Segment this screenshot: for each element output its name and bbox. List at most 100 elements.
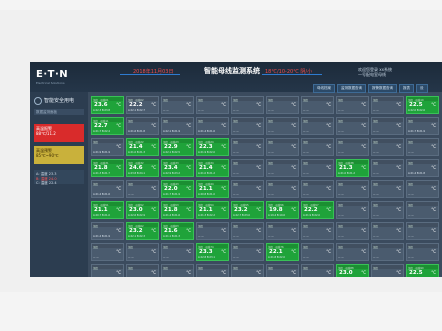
- sensor-card[interactable]: 温度°C— —: [406, 243, 439, 261]
- sensor-card[interactable]: 温度 · 母线74 23.3 °C A:22.8 B:23.1: [196, 243, 229, 261]
- sensor-card[interactable]: 温度°C— —: [406, 222, 439, 240]
- sensor-card[interactable]: 温度 °C A:21.4 B:21.6: [91, 180, 124, 198]
- sensor-card[interactable]: 温度°C— —: [301, 159, 334, 177]
- sensor-card[interactable]: 温度°C— —: [266, 222, 299, 240]
- sensor-card[interactable]: 温度 · 母线44 21.1 °C A:20.8 B:21.0: [196, 180, 229, 198]
- sensor-card[interactable]: 温度 · 母线22 21.4 °C A:21.0 B:21.3: [126, 138, 159, 156]
- sensor-card[interactable]: 温度°C— —: [266, 138, 299, 156]
- sensor-card[interactable]: 温度°C— —: [231, 159, 264, 177]
- nav-archive[interactable]: 母线档案: [313, 84, 335, 93]
- sensor-card[interactable]: 温度°C— —: [406, 138, 439, 156]
- sensor-card[interactable]: 温度°C— —: [126, 180, 159, 198]
- sensor-card[interactable]: 温度°C— —: [196, 222, 229, 240]
- sensor-card[interactable]: 温度°CA:21.9 B:21.9: [91, 138, 124, 156]
- sensor-card[interactable]: 温度 · 母线8823.0°CA:22.5 B:22.8: [336, 264, 369, 277]
- sensor-card[interactable]: 温度°C— —: [266, 117, 299, 135]
- sensor-card[interactable]: 温度°C— —: [336, 138, 369, 156]
- sensor-card[interactable]: 温度°C— —: [336, 117, 369, 135]
- sensor-card[interactable]: 温度°C— —: [266, 159, 299, 177]
- sensor-card[interactable]: 温度°CA:21.8 B:21.9: [91, 264, 124, 277]
- sensor-card[interactable]: 温度°C— —: [371, 159, 404, 177]
- sensor-card[interactable]: 温度°C— —: [231, 138, 264, 156]
- sensor-card[interactable]: 温度 °C A:22.1 B:21.9: [161, 117, 194, 135]
- sensor-card[interactable]: 温度°C— —: [371, 96, 404, 114]
- sensor-card[interactable]: 温度°C— —: [231, 117, 264, 135]
- sensor-card[interactable]: 温度 · 母线38 21.3 °C A:21.0 B:21.2: [336, 159, 369, 177]
- sensor-card[interactable]: 温度 · 母线76 22.1 °C A:21.8 B:22.0: [266, 243, 299, 261]
- sensor-card[interactable]: 温度°C— —: [301, 96, 334, 114]
- sensor-card[interactable]: 温度°CA:21.7 B:21.9: [196, 264, 229, 277]
- sensor-card[interactable]: 温度 · 母线56 19.8 °C A:19.4 B:19.6: [266, 201, 299, 219]
- sensor-card[interactable]: 温度°CA:22.5 B:22.0: [301, 264, 334, 277]
- sensor-card[interactable]: 温度°C— —: [126, 243, 159, 261]
- sensor-card[interactable]: 温度 · 母线51 21.1 °C A:20.7 B:21.0: [91, 201, 124, 219]
- sensor-card[interactable]: 温度°C— —: [266, 180, 299, 198]
- sensor-card[interactable]: 温度 °C A:21.4 B:21.6: [196, 117, 229, 135]
- sensor-card[interactable]: 温度 · 母线57 22.2 °C A:21.9 B:22.0: [301, 201, 334, 219]
- sensor-card[interactable]: 温度°C— —: [336, 201, 369, 219]
- nav-monitor-query[interactable]: 监测数据查询: [337, 84, 366, 93]
- sensor-card[interactable]: 温度°C— —: [231, 180, 264, 198]
- sensor-label: 温度: [233, 246, 239, 249]
- sensor-card[interactable]: 温度°C— —: [371, 243, 404, 261]
- sensor-card[interactable]: 温度°C— —: [231, 243, 264, 261]
- sensor-card[interactable]: 温度 °C A:21.6 B:21.8: [126, 117, 159, 135]
- sensor-card[interactable]: 温度°C— —: [91, 243, 124, 261]
- nav-alarm-query[interactable]: 报警数据查询: [368, 84, 397, 93]
- sensor-card[interactable]: 温度°CA:21.8 B:21.9: [266, 264, 299, 277]
- sensor-card[interactable]: 温度°C— —: [231, 222, 264, 240]
- sensor-card[interactable]: 温度°C— —: [371, 222, 404, 240]
- sensor-card[interactable]: 温度 · 母线52 23.0 °C A:22.6 B:22.9: [126, 201, 159, 219]
- sensor-card[interactable]: 温度°CA:21.4 B:21.9: [161, 264, 194, 277]
- sensor-card[interactable]: 温度°C— —: [301, 117, 334, 135]
- sensor-card[interactable]: 温度°C— —: [301, 243, 334, 261]
- sensor-card[interactable]: 温度 · 母线01 23.6 °C A:22.3 B:23.8: [91, 96, 124, 114]
- sensor-card[interactable]: 温度 · 母线55 23.2 °C A:22.7 B:23.0: [231, 201, 264, 219]
- sensor-card[interactable]: 温度°C— —: [406, 201, 439, 219]
- sensor-card[interactable]: 温度°C— —: [336, 180, 369, 198]
- sensor-card[interactable]: 温度 · 母线32 24.6 °C A:23.8 B:24.1: [126, 159, 159, 177]
- high-temp-alarm[interactable]: 高温报警 88℃/11.2: [34, 124, 84, 142]
- sensor-card[interactable]: 温度 · 母线9022.5°CA:22.1 B:22.4: [406, 264, 439, 277]
- sensor-card[interactable]: 温度 · 母线33 23.4 °C A:22.9 B:23.2: [161, 159, 194, 177]
- sensor-card[interactable]: 温度°C— —: [371, 180, 404, 198]
- sensor-card[interactable]: 温度 °C A:21.4 B:21.8: [406, 159, 439, 177]
- sensor-card[interactable]: 温度 · 母线23 22.9 °C A:22.1 B:22.5: [161, 138, 194, 156]
- sensor-card[interactable]: 温度 · 母线11 22.7 °C A:21.7 B:22.4: [91, 117, 124, 135]
- sensor-card[interactable]: 温度°C— —: [371, 117, 404, 135]
- sensor-card[interactable]: 温度°C— —: [406, 180, 439, 198]
- sensor-card[interactable]: 温度°C— —: [161, 96, 194, 114]
- sensor-card[interactable]: 温度 · 母线02 22.2 °C A:22.1 B:22.7: [126, 96, 159, 114]
- sensor-card[interactable]: 温度 · 母线34 21.4 °C A:21.0 B:21.2: [196, 159, 229, 177]
- sensor-card[interactable]: 温度 · 母线43 22.0 °C A:21.7 B:21.9: [161, 180, 194, 198]
- sensor-card[interactable]: 温度 · 母线53 21.8 °C A:21.4 B:21.6: [161, 201, 194, 219]
- sensor-card[interactable]: 温度 · 母线54 21.1 °C A:21.3 B:22.2: [196, 201, 229, 219]
- sensor-card[interactable]: 温度°C— —: [301, 222, 334, 240]
- sensor-card[interactable]: 温度 · 母线63 21.6 °C A:21.1 B:21.3: [161, 222, 194, 240]
- sensor-card[interactable]: 温度°C— —: [161, 243, 194, 261]
- nav-report[interactable]: 报表: [399, 84, 414, 93]
- sensor-card[interactable]: 温度 · 母线10 22.5 °C A:22.0 B:22.6: [406, 96, 439, 114]
- sensor-card[interactable]: 温度°CA:21.9 B:21.9: [126, 264, 159, 277]
- sensor-card[interactable]: 温度°C— —: [336, 222, 369, 240]
- high-temp-warning[interactable]: 高温预警 85℃~90℃: [34, 146, 84, 164]
- sidebar-title[interactable]: 智能安全用电: [34, 96, 84, 106]
- sensor-card[interactable]: 温度°C— —: [371, 138, 404, 156]
- sensor-card[interactable]: 温度°C— —: [336, 243, 369, 261]
- sensor-card[interactable]: 温度°CA:21.7 B:21.9: [231, 264, 264, 277]
- sensor-card[interactable]: 温度°C— —: [231, 96, 264, 114]
- sensor-card[interactable]: 温度°C— —: [371, 264, 404, 277]
- sensor-card[interactable]: 温度 · 母线24 22.3 °C A:21.9 B:22.0: [196, 138, 229, 156]
- sensor-card[interactable]: 温度 · 母线31 21.8 °C A:21.3 B:21.7: [91, 159, 124, 177]
- sensor-card[interactable]: 温度°C— —: [266, 96, 299, 114]
- sensor-card[interactable]: 温度°CA:21.7 B:21.9: [406, 117, 439, 135]
- sensor-card[interactable]: 温度°C— —: [196, 96, 229, 114]
- sensor-card[interactable]: 温度°C— —: [301, 138, 334, 156]
- sensor-card[interactable]: 温度°C— —: [371, 201, 404, 219]
- sensor-card[interactable]: 温度°C— —: [336, 96, 369, 114]
- sidebar-subtitle[interactable]: 数据监测面板: [34, 109, 84, 115]
- sensor-card[interactable]: 温度°CA:21.4 B:21.9: [91, 222, 124, 240]
- sensor-card[interactable]: 温度 · 母线62 23.2 °C A:22.1 B:22.3: [126, 222, 159, 240]
- sensor-card[interactable]: 温度°C— —: [301, 180, 334, 198]
- nav-settings[interactable]: 设: [416, 84, 428, 93]
